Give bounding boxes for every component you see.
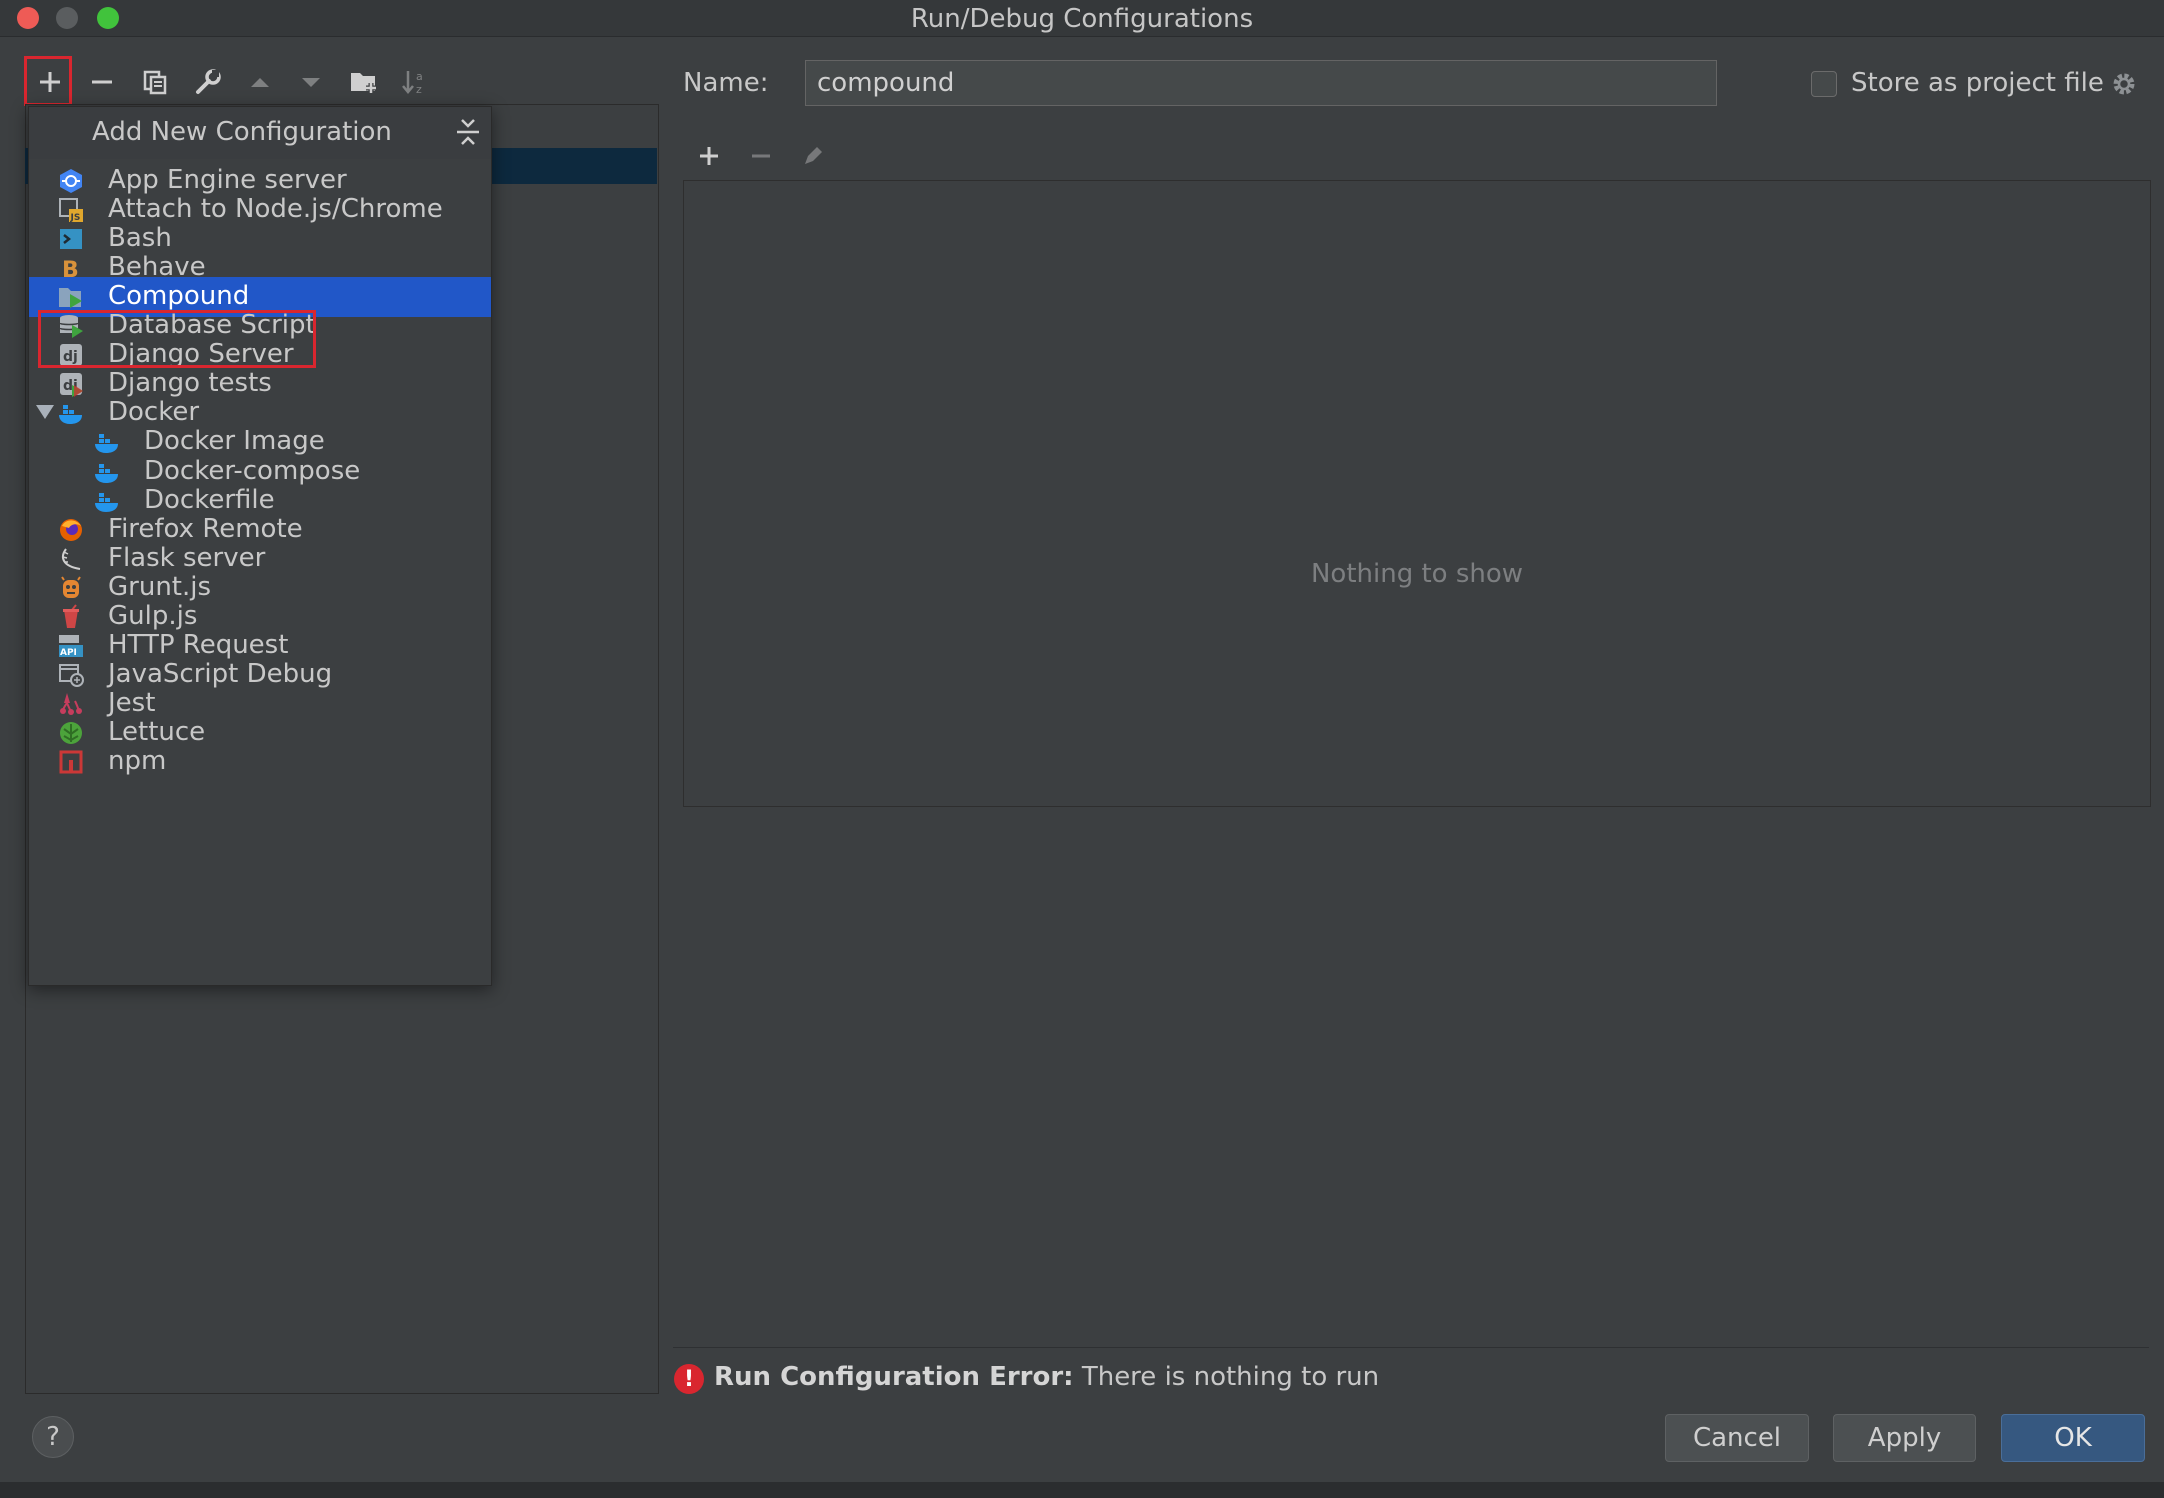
popup-title: Add New Configuration bbox=[92, 117, 392, 147]
expand-triangle-icon[interactable] bbox=[36, 405, 54, 420]
popup-header: Add New Configuration bbox=[29, 107, 491, 159]
name-label: Name: bbox=[683, 68, 769, 98]
window-title: Run/Debug Configurations bbox=[910, 4, 1254, 34]
apply-button[interactable]: Apply bbox=[1833, 1414, 1976, 1462]
remove-configuration-button[interactable] bbox=[80, 60, 124, 104]
gear-icon[interactable] bbox=[2110, 70, 2138, 98]
new-folder-button[interactable] bbox=[342, 60, 386, 104]
error-detail: There is nothing to run bbox=[1081, 1362, 1380, 1392]
error-separator bbox=[673, 1347, 2149, 1348]
store-as-project-file-label[interactable]: Store as project file bbox=[1851, 68, 2104, 98]
ok-button[interactable]: OK bbox=[2001, 1414, 2145, 1462]
help-button[interactable]: ? bbox=[32, 1416, 74, 1458]
edit-run-configuration-button[interactable] bbox=[795, 138, 831, 174]
copy-configuration-button[interactable] bbox=[133, 60, 177, 104]
move-up-button[interactable] bbox=[238, 60, 282, 104]
svg-text:a: a bbox=[416, 70, 423, 83]
store-as-project-file-checkbox[interactable] bbox=[1811, 71, 1837, 97]
move-down-icon bbox=[302, 78, 320, 87]
remove-icon bbox=[92, 80, 112, 84]
wrench-icon bbox=[196, 69, 221, 94]
remove-icon bbox=[752, 154, 770, 158]
move-up-icon bbox=[251, 78, 269, 87]
empty-list-text: Nothing to show bbox=[1310, 559, 1524, 589]
title-bar: Run/Debug Configurations bbox=[0, 0, 2164, 37]
collapse-all-icon[interactable] bbox=[455, 115, 481, 149]
add-new-configuration-popup: Add New Configuration App Engine server J… bbox=[28, 106, 492, 986]
add-run-configuration-button[interactable] bbox=[691, 138, 727, 174]
bottom-strip bbox=[0, 1482, 2164, 1498]
config-type-npm[interactable]: npm bbox=[29, 742, 491, 782]
edit-templates-button[interactable] bbox=[186, 60, 230, 104]
error-title: Run Configuration Error: bbox=[714, 1362, 1074, 1392]
run-debug-configurations-dialog: Run/Debug Configurations az Add New Conf… bbox=[0, 0, 2164, 1498]
sort-icon: az bbox=[402, 70, 423, 96]
move-down-button[interactable] bbox=[289, 60, 333, 104]
error-message: Run Configuration Error: There is nothin… bbox=[714, 1362, 1379, 1392]
add-icon bbox=[700, 147, 718, 165]
pencil-icon bbox=[805, 147, 822, 164]
run-configurations-list[interactable]: Nothing to show bbox=[683, 180, 2151, 807]
copy-icon bbox=[143, 70, 167, 95]
remove-run-configuration-button[interactable] bbox=[743, 138, 779, 174]
error-icon: ! bbox=[674, 1364, 704, 1394]
npm-icon bbox=[57, 748, 85, 776]
add-button-highlight bbox=[24, 56, 72, 106]
name-field[interactable] bbox=[805, 60, 1717, 106]
config-type-label: npm bbox=[108, 746, 167, 776]
new-folder-icon bbox=[351, 73, 376, 93]
sort-button[interactable]: az bbox=[393, 60, 437, 104]
svg-text:z: z bbox=[416, 83, 422, 96]
cancel-button[interactable]: Cancel bbox=[1665, 1414, 1809, 1462]
compound-highlight bbox=[38, 310, 316, 368]
